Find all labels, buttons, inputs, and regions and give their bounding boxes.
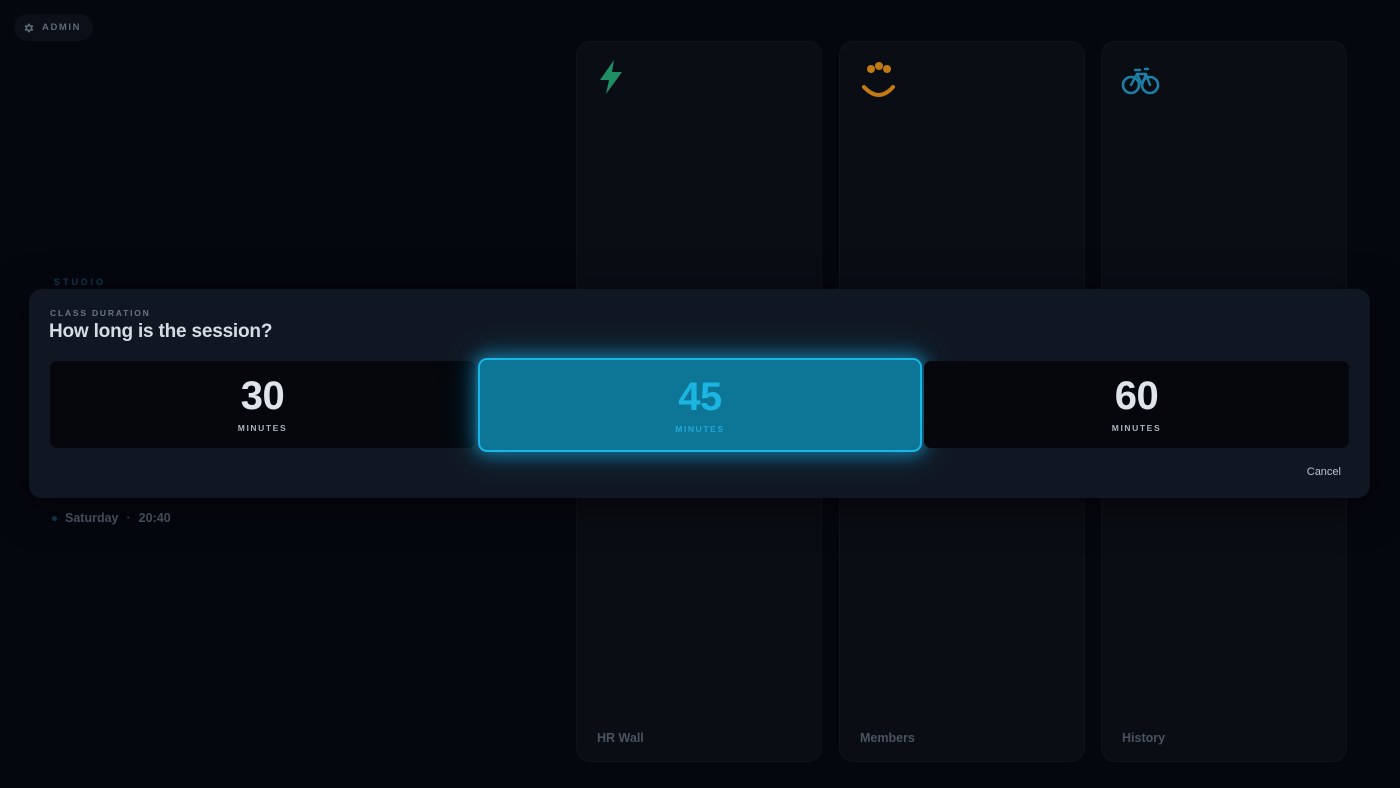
smiley-icon bbox=[859, 59, 899, 110]
app-screen: ADMIN STUDIO Saturday · 20:40 HR Wall Me… bbox=[0, 0, 1400, 788]
duration-value: 60 bbox=[1114, 374, 1159, 418]
duration-unit: MINUTES bbox=[237, 423, 288, 433]
admin-label: ADMIN bbox=[42, 22, 82, 33]
dialog-title: How long is the session? bbox=[49, 321, 273, 342]
card-label: History bbox=[1122, 731, 1166, 745]
duration-value: 30 bbox=[240, 374, 285, 418]
studio-label: STUDIO bbox=[54, 277, 107, 287]
status-dot bbox=[52, 515, 57, 521]
duration-unit: MINUTES bbox=[1111, 423, 1162, 433]
status-separator: · bbox=[126, 511, 131, 525]
duration-unit: MINUTES bbox=[675, 423, 725, 434]
bicycle-icon bbox=[1121, 59, 1161, 104]
duration-option-45[interactable]: 45 MINUTES bbox=[478, 358, 922, 452]
duration-option-30[interactable]: 30 MINUTES bbox=[50, 361, 475, 448]
status-day: Saturday bbox=[65, 511, 119, 525]
lightning-icon bbox=[596, 59, 626, 100]
duration-option-60[interactable]: 60 MINUTES bbox=[924, 361, 1349, 448]
status-line: Saturday · 20:40 bbox=[52, 511, 171, 525]
dialog-eyebrow: CLASS DURATION bbox=[50, 308, 151, 318]
card-label: HR Wall bbox=[597, 731, 644, 745]
gear-icon bbox=[23, 22, 35, 34]
cancel-button[interactable]: Cancel bbox=[1307, 466, 1341, 478]
status-time: 20:40 bbox=[138, 511, 171, 525]
admin-button[interactable]: ADMIN bbox=[14, 14, 94, 41]
class-duration-dialog: CLASS DURATION How long is the session? … bbox=[29, 289, 1370, 498]
card-label: Members bbox=[860, 731, 915, 745]
duration-value: 45 bbox=[678, 374, 722, 419]
